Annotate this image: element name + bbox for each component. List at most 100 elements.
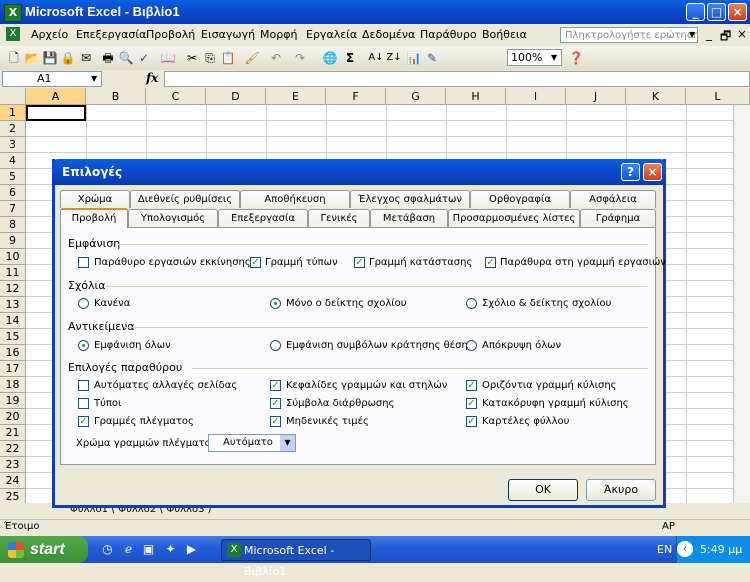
chart-wizard-icon[interactable]: 📊 [406,50,422,66]
dialog-title-bar[interactable] [52,159,666,185]
column-header[interactable]: K [626,88,686,105]
column-header[interactable]: C [146,88,206,105]
doc-minimize-button[interactable]: _ [706,27,712,41]
row-header[interactable]: 7 [0,201,26,217]
radio-comment-and-indicator[interactable] [466,298,477,309]
format-painter-icon[interactable]: 🖌 [244,50,260,66]
column-header[interactable]: L [686,88,750,105]
tab-error-checking[interactable]: Έλεγχος σφαλμάτων [350,190,470,208]
tab-edit[interactable]: Επεξεργασία [218,209,308,227]
column-header[interactable]: D [206,88,266,105]
menu-help[interactable]: Βοήθεια [482,28,527,41]
name-box-arrow-icon[interactable]: ▼ [91,74,97,83]
row-header[interactable]: 14 [0,313,26,329]
menu-data[interactable]: Δεδομένα [362,28,415,41]
language-indicator[interactable]: EN [657,543,672,556]
menu-insert[interactable]: Εισαγωγή [201,28,255,41]
checkbox-formulas[interactable] [78,398,89,409]
row-header[interactable]: 11 [0,265,26,281]
sort-descending-icon[interactable]: Z↓ [386,50,402,66]
checkbox-windows-in-taskbar[interactable]: ✓ [485,257,496,268]
quicklaunch-desktop-icon[interactable]: ▣ [141,542,156,557]
checkbox-page-breaks[interactable] [78,380,89,391]
tab-color[interactable]: Χρώμα [60,190,130,208]
menu-view[interactable]: Προβολή [146,28,195,41]
row-header[interactable]: 9 [0,233,26,249]
tab-calculation[interactable]: Υπολογισμός [128,209,218,227]
row-header[interactable]: 18 [0,377,26,393]
quicklaunch-outlook-icon[interactable]: ◷ [100,542,115,557]
ok-button[interactable]: OK [508,479,578,501]
row-header[interactable]: 24 [0,473,26,489]
row-header[interactable]: 25 [0,489,26,503]
column-header[interactable]: E [266,88,326,105]
row-header[interactable]: 21 [0,425,26,441]
close-button[interactable]: × [728,3,747,21]
radio-show-placeholders[interactable] [270,340,281,351]
row-header[interactable]: 2 [0,121,26,137]
checkbox-horizontal-scrollbar[interactable]: ✓ [466,380,477,391]
select-all-corner[interactable] [0,88,26,105]
row-header[interactable]: 6 [0,185,26,201]
open-icon[interactable]: 📂 [24,50,40,66]
autosum-icon[interactable]: Σ [342,50,358,66]
menu-format[interactable]: Μορφή [260,28,297,41]
checkbox-vertical-scrollbar[interactable]: ✓ [466,398,477,409]
tab-custom-lists[interactable]: Προσαρμοσμένες λίστες [448,209,580,227]
tab-international[interactable]: Διεθνείς ρυθμίσεις [130,190,240,208]
row-header[interactable]: 15 [0,329,26,345]
row-header[interactable]: 12 [0,281,26,297]
dialog-close-button[interactable]: × [643,163,662,181]
doc-restore-button[interactable]: 🗗 [720,27,731,48]
row-header[interactable]: 13 [0,297,26,313]
tab-spelling[interactable]: Ορθογραφία [470,190,570,208]
tab-view[interactable]: Προβολή [60,208,128,228]
insert-function-icon[interactable]: fx [146,71,158,85]
vertical-scrollbar[interactable] [733,105,750,503]
permission-icon[interactable]: 🔒 [60,50,76,66]
row-header[interactable]: 3 [0,137,26,153]
formula-input[interactable] [164,71,750,87]
document-icon[interactable]: X [6,27,20,41]
taskbar-excel-item[interactable]: Microsoft Excel - Βιβλίο1 [221,539,371,578]
row-header[interactable]: 19 [0,393,26,409]
ask-question-input[interactable]: Πληκτρολογήστε ερώτηση [560,27,698,43]
quicklaunch-ie-icon[interactable]: ℯ [121,542,136,557]
tab-security[interactable]: Ασφάλεια [570,190,656,208]
checkbox-status-bar[interactable]: ✓ [354,257,365,268]
copy-icon[interactable]: ⎘ [202,50,218,66]
row-header[interactable]: 5 [0,169,26,185]
quicklaunch-app-icon[interactable]: ✦ [163,542,178,557]
help-icon[interactable]: ❓ [568,50,584,66]
tray-expand-icon[interactable]: ‹ [677,541,693,557]
redo-icon[interactable]: ↷ [292,50,308,66]
maximize-button[interactable]: □ [707,3,726,21]
cancel-button[interactable]: Άκυρο [586,479,656,501]
row-header[interactable]: 23 [0,457,26,473]
menu-file[interactable]: Αρχείο [31,28,68,41]
new-icon[interactable]: 🗋 [6,50,22,66]
row-header[interactable]: 16 [0,345,26,361]
tab-transition[interactable]: Μετάβαση [370,209,448,227]
radio-comment-indicator-only[interactable] [270,298,281,309]
row-header[interactable]: 10 [0,249,26,265]
row-header[interactable]: 4 [0,153,26,169]
row-header[interactable]: 17 [0,361,26,377]
zoom-arrow-icon[interactable]: ▼ [551,53,557,62]
radio-comments-none[interactable] [78,298,89,309]
column-header[interactable]: J [566,88,626,105]
paste-icon[interactable]: 📋 [220,50,236,66]
dialog-help-button[interactable]: ? [621,163,640,181]
column-header[interactable]: H [446,88,506,105]
menu-window[interactable]: Παράθυρο [420,28,477,41]
sort-ascending-icon[interactable]: A↓ [368,50,384,66]
name-box[interactable]: A1 [2,71,102,87]
excel-app-icon[interactable]: X [4,4,22,22]
research-icon[interactable]: 📖 [160,50,176,66]
print-icon[interactable]: 🖶 [100,50,116,66]
cut-icon[interactable]: ✂ [184,50,200,66]
column-header[interactable]: I [506,88,566,105]
column-header[interactable]: A [26,88,86,105]
menu-edit[interactable]: Επεξεργασία [76,28,146,41]
undo-icon[interactable]: ↶ [268,50,284,66]
